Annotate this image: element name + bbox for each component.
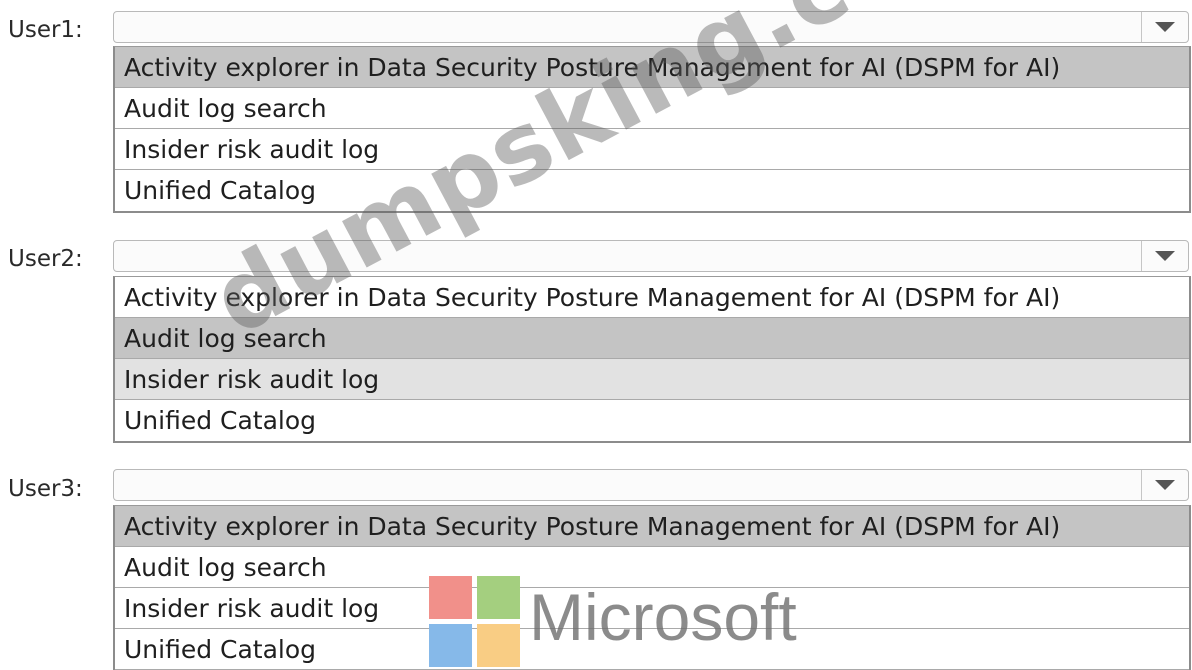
- user1-dropdown[interactable]: [113, 11, 1189, 43]
- user2-dropdown[interactable]: [113, 240, 1189, 272]
- user1-option-activity-explorer[interactable]: Activity explorer in Data Security Postu…: [115, 47, 1189, 88]
- user1-option-audit-log-search[interactable]: Audit log search: [115, 88, 1189, 129]
- user1-dropdown-button[interactable]: [1141, 12, 1188, 42]
- user1-option-insider-risk-audit-log[interactable]: Insider risk audit log: [115, 129, 1189, 170]
- user3-dropdown-button[interactable]: [1141, 470, 1188, 500]
- chevron-down-icon: [1155, 480, 1175, 490]
- user3-label: User3:: [8, 476, 83, 502]
- user3-option-activity-explorer[interactable]: Activity explorer in Data Security Postu…: [115, 506, 1189, 547]
- user2-dropdown-button[interactable]: [1141, 241, 1188, 271]
- user3-option-insider-risk-audit-log[interactable]: Insider risk audit log: [115, 588, 1189, 629]
- user1-options-list: Activity explorer in Data Security Postu…: [113, 46, 1191, 213]
- user1-label: User1:: [8, 17, 83, 43]
- user2-label: User2:: [8, 246, 83, 272]
- user1-option-unified-catalog[interactable]: Unified Catalog: [115, 170, 1189, 211]
- user3-dropdown[interactable]: [113, 469, 1189, 501]
- user2-option-insider-risk-audit-log[interactable]: Insider risk audit log: [115, 359, 1189, 400]
- chevron-down-icon: [1155, 251, 1175, 261]
- user3-option-audit-log-search[interactable]: Audit log search: [115, 547, 1189, 588]
- user2-option-audit-log-search[interactable]: Audit log search: [115, 318, 1189, 359]
- user3-option-unified-catalog[interactable]: Unified Catalog: [115, 629, 1189, 670]
- chevron-down-icon: [1155, 22, 1175, 32]
- user2-options-list: Activity explorer in Data Security Postu…: [113, 276, 1191, 443]
- user3-options-list: Activity explorer in Data Security Postu…: [113, 505, 1191, 670]
- user2-option-unified-catalog[interactable]: Unified Catalog: [115, 400, 1189, 441]
- user2-option-activity-explorer[interactable]: Activity explorer in Data Security Postu…: [115, 277, 1189, 318]
